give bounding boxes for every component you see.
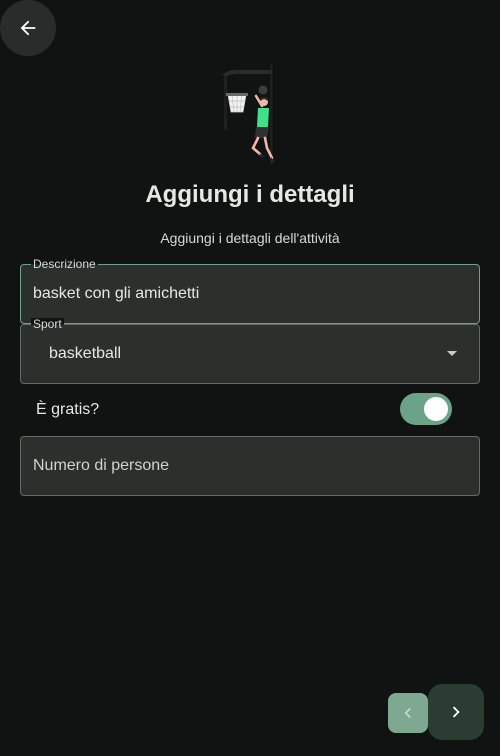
people-count-field[interactable]: Numero di persone bbox=[20, 436, 480, 496]
sport-value[interactable]: basketball bbox=[49, 345, 121, 363]
add-details-screen: Aggiungi i dettagli Aggiungi i dettagli … bbox=[0, 0, 500, 756]
chevron-right-icon bbox=[452, 706, 460, 718]
description-field[interactable]: Descrizione basket con gli amichetti bbox=[20, 258, 480, 324]
people-count-placeholder[interactable]: Numero di persone bbox=[33, 457, 169, 475]
chevron-left-icon bbox=[404, 708, 411, 718]
arrow-left-icon bbox=[20, 20, 36, 36]
description-label: Descrizione bbox=[31, 257, 98, 271]
previous-button[interactable] bbox=[388, 693, 428, 733]
description-value[interactable]: basket con gli amichetti bbox=[33, 285, 199, 303]
free-toggle[interactable] bbox=[400, 393, 452, 425]
next-button[interactable] bbox=[428, 684, 484, 740]
dropdown-arrow-icon[interactable] bbox=[447, 351, 457, 356]
toggle-thumb[interactable] bbox=[424, 397, 448, 421]
free-toggle-row: È gratis? bbox=[36, 393, 454, 425]
free-toggle-label: È gratis? bbox=[36, 401, 100, 418]
sport-select[interactable]: Sport basketball bbox=[20, 318, 480, 384]
back-button[interactable] bbox=[0, 0, 56, 56]
page-subtitle: Aggiungi i dettagli dell'attività bbox=[160, 230, 340, 246]
sport-label: Sport bbox=[31, 317, 64, 331]
page-title: Aggiungi i dettagli bbox=[145, 181, 355, 208]
basketball-player-illustration bbox=[222, 64, 275, 164]
